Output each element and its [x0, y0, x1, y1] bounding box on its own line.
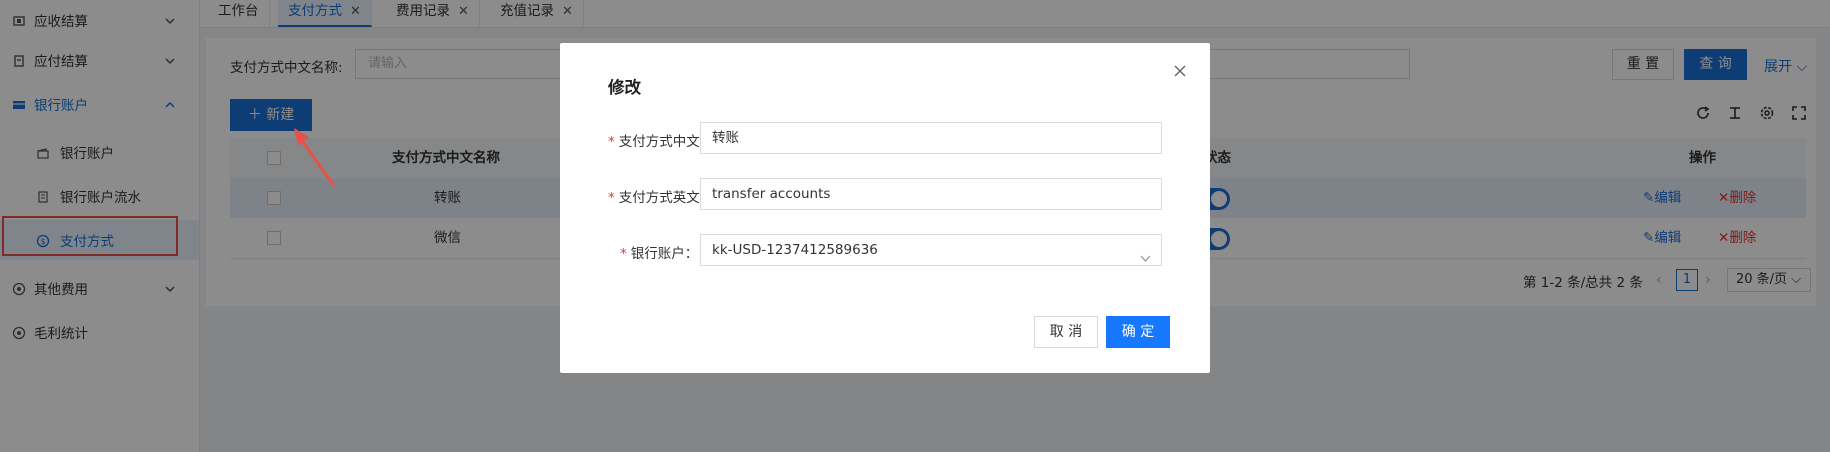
bank-account-value: kk-USD-1237412589636 [712, 242, 878, 258]
required-mark: * [620, 246, 627, 262]
field-label-text: 支付方式中文 [618, 134, 700, 150]
chevron-down-icon [1140, 245, 1151, 262]
bank-account-select[interactable]: kk-USD-1237412589636 [700, 234, 1162, 266]
modal-title: 修改 [608, 78, 641, 97]
required-mark: * [608, 134, 615, 150]
close-icon[interactable] [1172, 63, 1188, 79]
confirm-button[interactable]: 确 定 [1106, 316, 1170, 348]
field-label-en-name: * 支付方式英文 [608, 186, 700, 206]
field-label-cn-name: * 支付方式中文 [608, 130, 700, 150]
field-label-text: 支付方式英文 [618, 190, 700, 206]
cancel-button[interactable]: 取 消 [1034, 316, 1098, 348]
field-label-bank-account: * 银行账户： [620, 242, 698, 262]
required-mark: * [608, 190, 615, 206]
cn-name-input[interactable]: 转账 [700, 122, 1162, 154]
en-name-input[interactable]: transfer accounts [700, 178, 1162, 210]
field-label-text: 银行账户： [630, 246, 699, 262]
edit-modal: 修改 * 支付方式中文 转账 * 支付方式英文 transfer accounts … [560, 43, 1210, 373]
